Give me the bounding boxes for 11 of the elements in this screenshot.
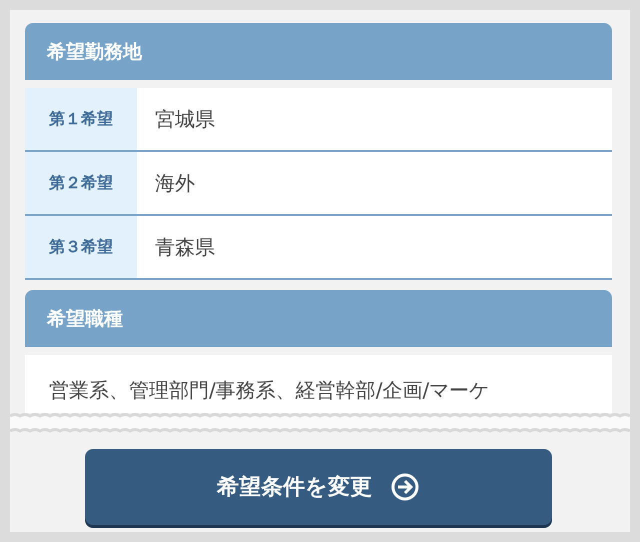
section-header: 希望職種 — [25, 290, 612, 347]
choice-value: 宮城県 — [137, 88, 612, 150]
section-header: 希望勤務地 — [25, 23, 612, 80]
choice-label: 第２希望 — [25, 152, 137, 214]
choice-label: 第３希望 — [25, 216, 137, 278]
choice-value: 青森県 — [137, 216, 612, 278]
job-type-text: 営業系、管理部門/事務系、経営幹部/企画/マーケ — [49, 378, 490, 402]
choice-label: 第１希望 — [25, 88, 137, 150]
choice-value: 海外 — [137, 152, 612, 214]
change-conditions-button[interactable]: 希望条件を変更 — [85, 449, 552, 525]
arrow-circle-icon — [390, 472, 420, 502]
